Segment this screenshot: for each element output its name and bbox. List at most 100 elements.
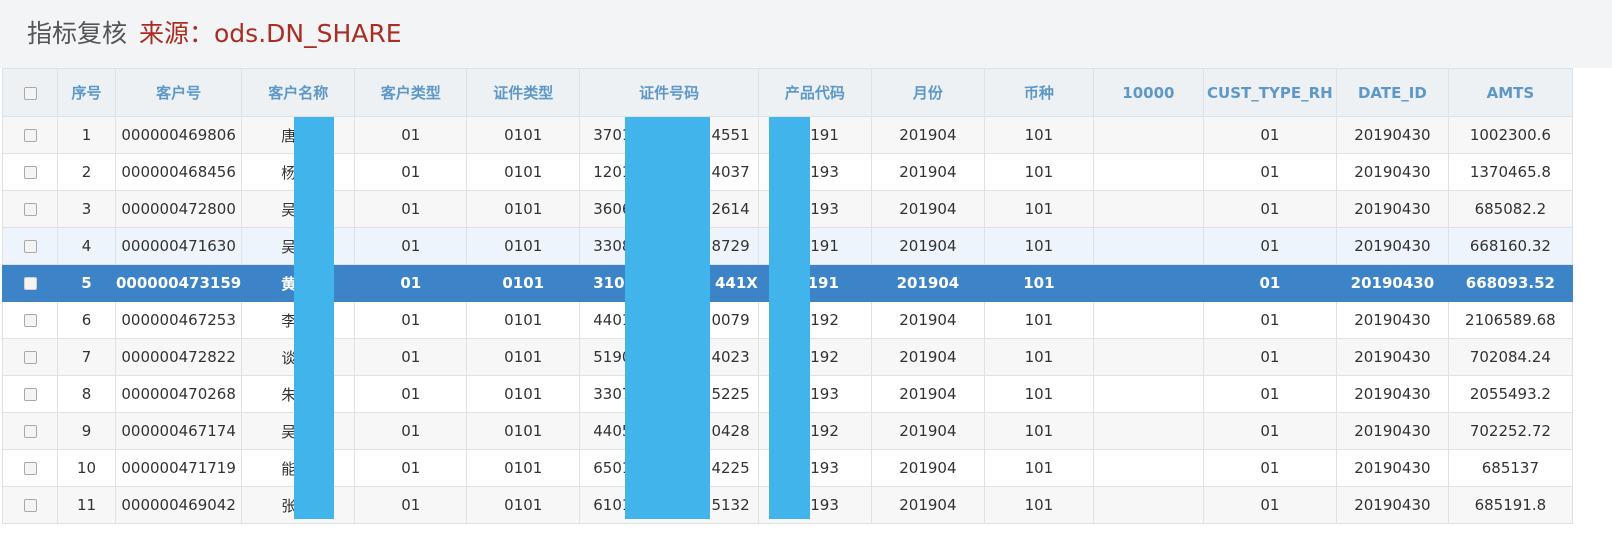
redaction-bar-id-number	[625, 117, 710, 519]
cell-cust-type-rh: 01	[1202, 227, 1337, 265]
column-header-currency[interactable]: 币种	[983, 68, 1094, 117]
row-checkbox[interactable]	[23, 203, 37, 216]
row-checkbox[interactable]	[23, 129, 37, 142]
cell-10000	[1092, 116, 1204, 154]
row-checkbox[interactable]	[23, 499, 37, 512]
cell-amts: 702252.72	[1447, 412, 1573, 450]
cell-id-type: 0101	[466, 412, 581, 450]
cell-month: 201904	[870, 375, 985, 413]
row-checkbox[interactable]	[23, 314, 37, 327]
cell-cust-type: 01	[354, 264, 468, 302]
row-checkbox[interactable]	[23, 351, 37, 364]
row-select-cell[interactable]	[2, 449, 58, 487]
cell-currency: 101	[983, 227, 1094, 265]
column-header-id-number[interactable]: 证件号码	[579, 68, 759, 117]
cell-month: 201904	[870, 412, 985, 450]
column-header-10000[interactable]: 10000	[1092, 68, 1204, 117]
cell-10000	[1092, 412, 1204, 450]
cell-cust-no: 000000467253	[114, 301, 243, 339]
row-select-cell[interactable]	[2, 338, 58, 376]
column-header-cust-type-rh[interactable]: CUST_TYPE_RH	[1202, 68, 1337, 117]
row-checkbox[interactable]	[23, 462, 37, 475]
id-number-suffix: 4023	[711, 348, 750, 366]
cell-seq: 7	[57, 338, 116, 376]
cell-currency: 101	[983, 190, 1094, 228]
cell-amts: 685137	[1447, 449, 1573, 487]
cell-seq: 1	[57, 116, 116, 154]
cell-month: 201904	[870, 116, 985, 154]
cell-amts: 2055493.2	[1447, 375, 1573, 413]
row-select-cell[interactable]	[2, 375, 58, 413]
cell-seq: 2	[57, 153, 116, 191]
cell-currency: 101	[983, 153, 1094, 191]
cell-seq: 5	[57, 264, 116, 302]
column-header-date-id[interactable]: DATE_ID	[1335, 68, 1449, 117]
row-select-cell[interactable]	[2, 264, 58, 302]
id-number-suffix: 2614	[711, 200, 750, 218]
id-number-suffix: 5225	[711, 385, 750, 403]
column-header-month[interactable]: 月份	[870, 68, 985, 117]
select-all-header[interactable]	[2, 68, 58, 117]
row-checkbox[interactable]	[23, 166, 37, 179]
row-checkbox[interactable]	[23, 240, 37, 253]
row-select-cell[interactable]	[2, 153, 58, 191]
row-select-cell[interactable]	[2, 190, 58, 228]
cell-cust-type-rh: 01	[1202, 338, 1337, 376]
cell-cust-no: 000000471630	[114, 227, 243, 265]
row-checkbox[interactable]	[23, 277, 37, 290]
cell-date-id: 20190430	[1335, 375, 1449, 413]
cell-id-type: 0101	[466, 116, 581, 154]
cell-cust-type: 01	[354, 116, 468, 154]
cell-seq: 6	[57, 301, 116, 339]
cell-id-type: 0101	[466, 375, 581, 413]
cell-id-type: 0101	[466, 486, 581, 524]
cell-cust-no: 000000473159	[114, 264, 243, 302]
cell-cust-type-rh: 01	[1202, 375, 1337, 413]
cell-cust-no: 000000470268	[114, 375, 243, 413]
column-header-cust-no[interactable]: 客户号	[114, 68, 243, 117]
redaction-bar-name	[294, 117, 334, 519]
id-number-suffix: 4225	[711, 459, 750, 477]
grid-header-row: 序号 客户号 客户名称 客户类型 证件类型 证件号码 产品代码 月份 币种 10…	[2, 68, 1573, 117]
row-select-cell[interactable]	[2, 412, 58, 450]
column-header-cust-type[interactable]: 客户类型	[354, 68, 468, 117]
cell-seq: 11	[57, 486, 116, 524]
column-header-id-type[interactable]: 证件类型	[466, 68, 581, 117]
column-header-cust-name[interactable]: 客户名称	[241, 68, 356, 117]
cell-month: 201904	[870, 190, 985, 228]
cell-seq: 8	[57, 375, 116, 413]
cell-cust-no: 000000468456	[114, 153, 243, 191]
cell-currency: 101	[983, 264, 1094, 302]
cell-seq: 9	[57, 412, 116, 450]
cell-date-id: 20190430	[1335, 486, 1449, 524]
cell-cust-type-rh: 01	[1202, 412, 1337, 450]
row-checkbox[interactable]	[23, 388, 37, 401]
column-header-seq[interactable]: 序号	[57, 68, 116, 117]
cell-currency: 101	[983, 338, 1094, 376]
cell-currency: 101	[983, 301, 1094, 339]
cell-month: 201904	[870, 227, 985, 265]
id-number-suffix: 8729	[711, 237, 750, 255]
cell-id-type: 0101	[466, 301, 581, 339]
row-select-cell[interactable]	[2, 486, 58, 524]
cell-cust-type: 01	[354, 486, 468, 524]
cell-cust-type-rh: 01	[1202, 301, 1337, 339]
cell-amts: 702084.24	[1447, 338, 1573, 376]
cell-cust-type: 01	[354, 412, 468, 450]
cell-id-type: 0101	[466, 190, 581, 228]
column-header-product-code[interactable]: 产品代码	[757, 68, 872, 117]
select-all-checkbox[interactable]	[23, 86, 37, 100]
cell-10000	[1092, 338, 1204, 376]
row-select-cell[interactable]	[2, 301, 58, 339]
cell-seq: 4	[57, 227, 116, 265]
cell-amts: 685082.2	[1447, 190, 1573, 228]
row-select-cell[interactable]	[2, 116, 58, 154]
cell-id-type: 0101	[466, 153, 581, 191]
row-checkbox[interactable]	[23, 425, 37, 438]
cell-month: 201904	[870, 264, 985, 302]
cell-id-type: 0101	[466, 227, 581, 265]
row-select-cell[interactable]	[2, 227, 58, 265]
id-number-suffix: 0428	[711, 422, 750, 440]
redaction-bar-product-code	[769, 117, 810, 519]
column-header-amts[interactable]: AMTS	[1447, 68, 1573, 117]
